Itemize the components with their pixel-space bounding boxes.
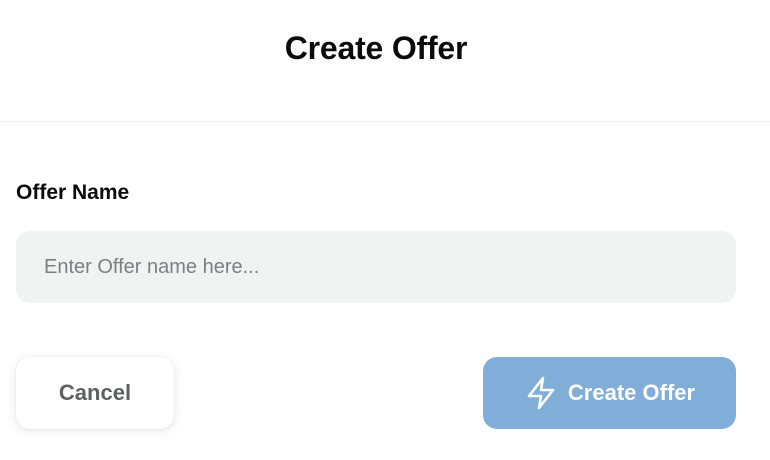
cancel-button[interactable]: Cancel bbox=[16, 357, 174, 429]
dialog-header: Create Offer bbox=[0, 0, 770, 122]
lightning-bolt-icon bbox=[524, 376, 558, 410]
offer-name-input[interactable] bbox=[16, 231, 736, 303]
create-offer-button-label: Create Offer bbox=[567, 380, 696, 405]
cancel-button-label: Cancel bbox=[58, 380, 132, 405]
create-offer-dialog: Create Offer Offer Name Cancel Create Of… bbox=[0, 0, 770, 460]
dialog-title: Create Offer bbox=[284, 30, 468, 66]
create-offer-button[interactable]: Create Offer bbox=[483, 357, 736, 429]
offer-name-label: Offer Name bbox=[16, 181, 130, 204]
